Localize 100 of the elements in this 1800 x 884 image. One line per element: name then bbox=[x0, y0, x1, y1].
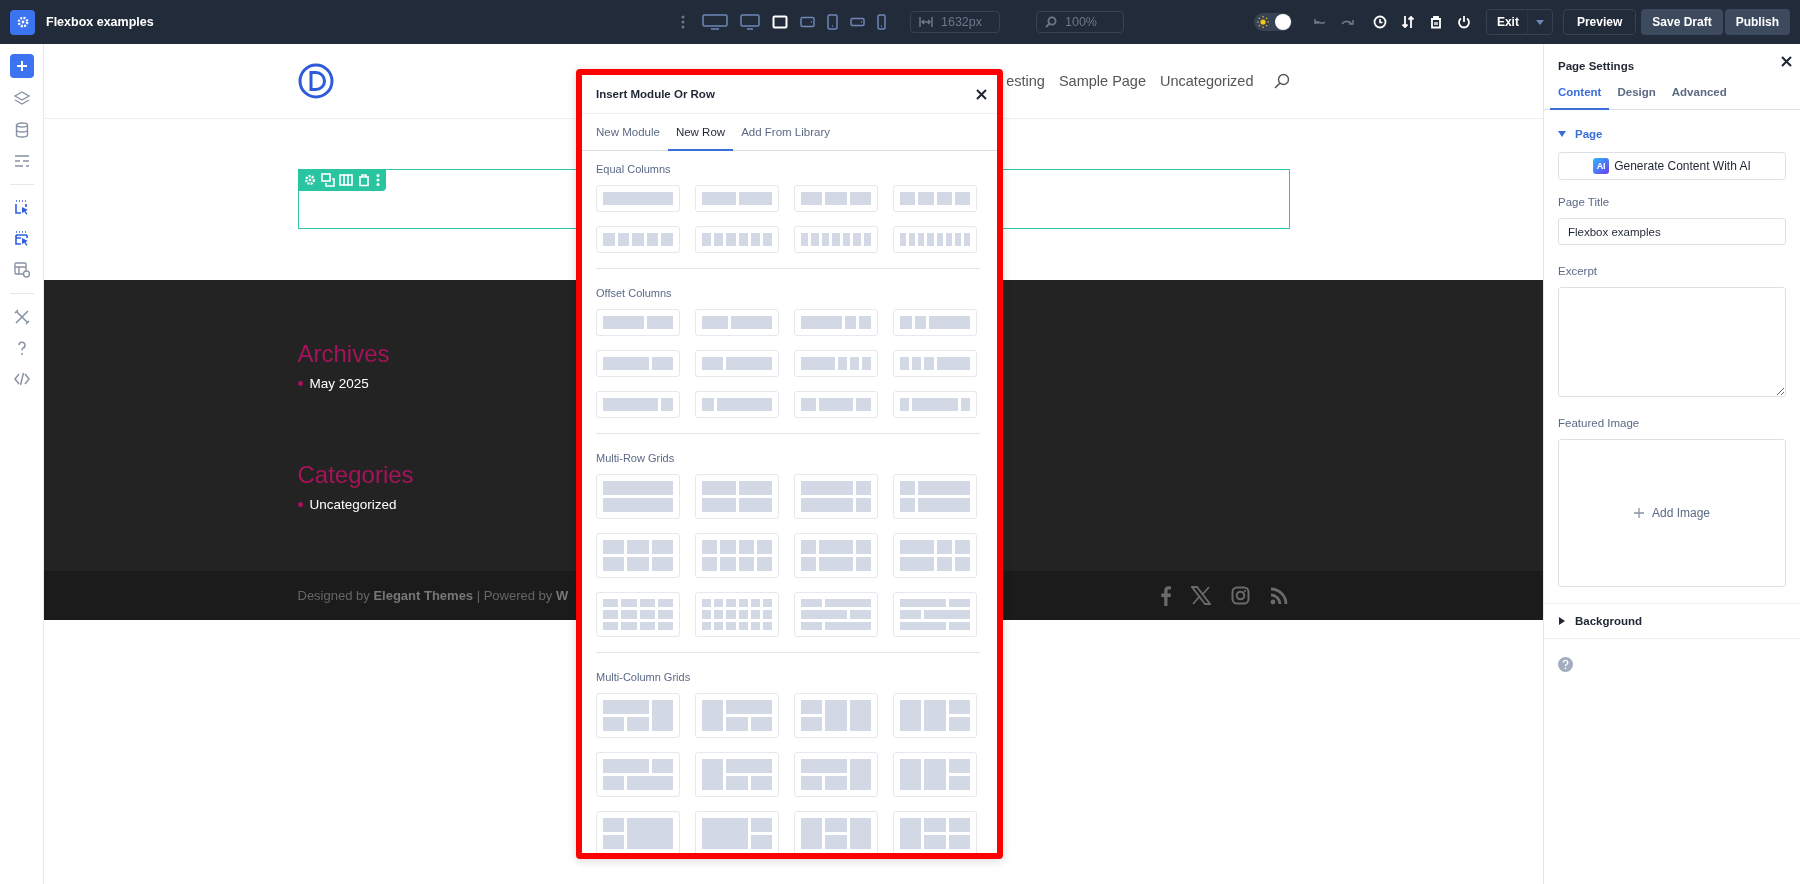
column-layout-icon bbox=[801, 398, 871, 411]
widget-link[interactable]: Uncategorized bbox=[309, 497, 397, 512]
row-layout-option[interactable] bbox=[596, 752, 680, 797]
row-layout-option[interactable] bbox=[596, 474, 680, 519]
settings-button[interactable] bbox=[10, 9, 35, 35]
columns-button[interactable] bbox=[338, 173, 353, 187]
textarea-field[interactable] bbox=[1558, 287, 1786, 397]
row-layout-option[interactable] bbox=[794, 391, 878, 418]
section-toggle[interactable]: Background bbox=[1544, 603, 1800, 639]
row-layout-option[interactable] bbox=[893, 226, 977, 253]
nav-link[interactable]: Uncategorized bbox=[1160, 73, 1254, 89]
row-layout-option[interactable] bbox=[596, 811, 680, 853]
row-layout-option[interactable] bbox=[794, 309, 878, 336]
row-layout-option[interactable] bbox=[695, 309, 779, 336]
column-layout-icon bbox=[801, 599, 871, 630]
rss-icon[interactable] bbox=[1269, 586, 1288, 605]
row-layout-option[interactable] bbox=[893, 811, 977, 853]
row-layout-option[interactable] bbox=[695, 350, 779, 377]
gear-button[interactable] bbox=[302, 173, 317, 187]
row-layout-option[interactable] bbox=[794, 752, 878, 797]
row-layout-option[interactable] bbox=[695, 693, 779, 738]
row-layout-option[interactable] bbox=[596, 533, 680, 578]
more-button[interactable] bbox=[374, 173, 381, 187]
nav-link[interactable]: esting bbox=[1006, 73, 1045, 89]
row-layout-option[interactable] bbox=[794, 226, 878, 253]
action-button[interactable]: Save Draft bbox=[1641, 9, 1723, 35]
theme-toggle[interactable] bbox=[1253, 13, 1292, 31]
row-layout-option[interactable] bbox=[695, 226, 779, 253]
add-button[interactable] bbox=[9, 54, 34, 78]
row-layout-option[interactable] bbox=[794, 592, 878, 637]
action-button[interactable]: Publish bbox=[1724, 9, 1790, 35]
settings-tab[interactable]: Advanced bbox=[1663, 78, 1735, 110]
row-layout-option[interactable] bbox=[794, 811, 878, 853]
modal-tab[interactable]: Add From Library bbox=[733, 114, 838, 151]
duplicate-button[interactable] bbox=[320, 173, 335, 187]
facebook-icon[interactable] bbox=[1160, 585, 1171, 606]
column-layout-icon bbox=[603, 398, 673, 411]
camera-icon[interactable] bbox=[1230, 586, 1250, 605]
row-layout-option[interactable] bbox=[893, 474, 977, 519]
row-layout-option[interactable] bbox=[893, 592, 977, 637]
section-toggle[interactable]: Page bbox=[1544, 128, 1800, 140]
row-layout-option[interactable] bbox=[596, 592, 680, 637]
row-layout-option[interactable] bbox=[893, 693, 977, 738]
ai-button[interactable]: AI Generate Content With AI bbox=[1558, 152, 1786, 180]
row-layout-option[interactable] bbox=[695, 533, 779, 578]
search-icon[interactable] bbox=[1273, 73, 1290, 89]
footer-credit: Designed by Elegant Themes | Powered by W bbox=[297, 588, 569, 603]
row-layout-option[interactable] bbox=[893, 185, 977, 212]
width-input[interactable]: 1632px bbox=[941, 12, 991, 32]
modal-tab[interactable]: New Row bbox=[667, 114, 734, 151]
row-layout-option[interactable] bbox=[893, 533, 977, 578]
column-layout-icon bbox=[603, 233, 673, 246]
row-layout-option[interactable] bbox=[695, 391, 779, 418]
row-layout-option[interactable] bbox=[794, 533, 878, 578]
row-layout-option[interactable] bbox=[893, 309, 977, 336]
add-image-button[interactable]: Add Image bbox=[1627, 505, 1716, 521]
x-icon[interactable] bbox=[1190, 586, 1211, 605]
row-layout-option[interactable] bbox=[695, 474, 779, 519]
width-field[interactable]: 1632px bbox=[910, 11, 1000, 33]
nav-link[interactable]: Sample Page bbox=[1058, 73, 1146, 89]
settings-tab[interactable]: Content bbox=[1550, 78, 1610, 110]
column-layout-icon bbox=[603, 599, 673, 630]
zoom-field[interactable]: 100% bbox=[1036, 11, 1124, 33]
logo-icon[interactable] bbox=[297, 63, 334, 99]
ai-badge: AI bbox=[1593, 158, 1610, 174]
row-layout-option[interactable] bbox=[893, 350, 977, 377]
row-layout-option[interactable] bbox=[794, 474, 878, 519]
action-button[interactable]: Preview bbox=[1562, 9, 1637, 35]
help-icon[interactable] bbox=[1558, 657, 1573, 672]
close-button[interactable] bbox=[1781, 55, 1792, 67]
column-layout-icon bbox=[603, 192, 673, 205]
row-layout-option[interactable] bbox=[695, 592, 779, 637]
row-layout-option[interactable] bbox=[794, 693, 878, 738]
phone-landscape-icon bbox=[850, 17, 865, 27]
row-layout-option[interactable] bbox=[695, 185, 779, 212]
settings-tab[interactable]: Design bbox=[1609, 78, 1664, 110]
text-field[interactable]: Flexbox examples bbox=[1558, 218, 1786, 245]
row-layout-option[interactable] bbox=[893, 391, 977, 418]
row-layout-option[interactable] bbox=[695, 811, 779, 853]
tablet-landscape-icon bbox=[800, 16, 815, 28]
modal-title: Insert Module Or Row bbox=[596, 88, 715, 100]
row-layout-option[interactable] bbox=[596, 350, 680, 377]
row-layout-option[interactable] bbox=[596, 309, 680, 336]
row-layout-option[interactable] bbox=[695, 752, 779, 797]
modal-tab[interactable]: New Module bbox=[588, 114, 668, 151]
section-title: Multi-Row Grids bbox=[596, 452, 676, 464]
page-title: Flexbox examples bbox=[46, 15, 154, 29]
select-icon bbox=[13, 200, 30, 216]
row-layout-option[interactable] bbox=[794, 350, 878, 377]
row-layout-option[interactable] bbox=[596, 391, 680, 418]
section-title: Equal Columns bbox=[596, 163, 672, 175]
close-button[interactable] bbox=[974, 86, 989, 102]
phone-icon bbox=[877, 14, 886, 30]
row-layout-option[interactable] bbox=[596, 693, 680, 738]
widget-link[interactable]: May 2025 bbox=[309, 376, 369, 391]
row-layout-option[interactable] bbox=[794, 185, 878, 212]
row-layout-option[interactable] bbox=[893, 752, 977, 797]
zoom-input[interactable]: 100% bbox=[1065, 12, 1115, 32]
row-layout-option[interactable] bbox=[596, 185, 680, 212]
row-layout-option[interactable] bbox=[596, 226, 680, 253]
